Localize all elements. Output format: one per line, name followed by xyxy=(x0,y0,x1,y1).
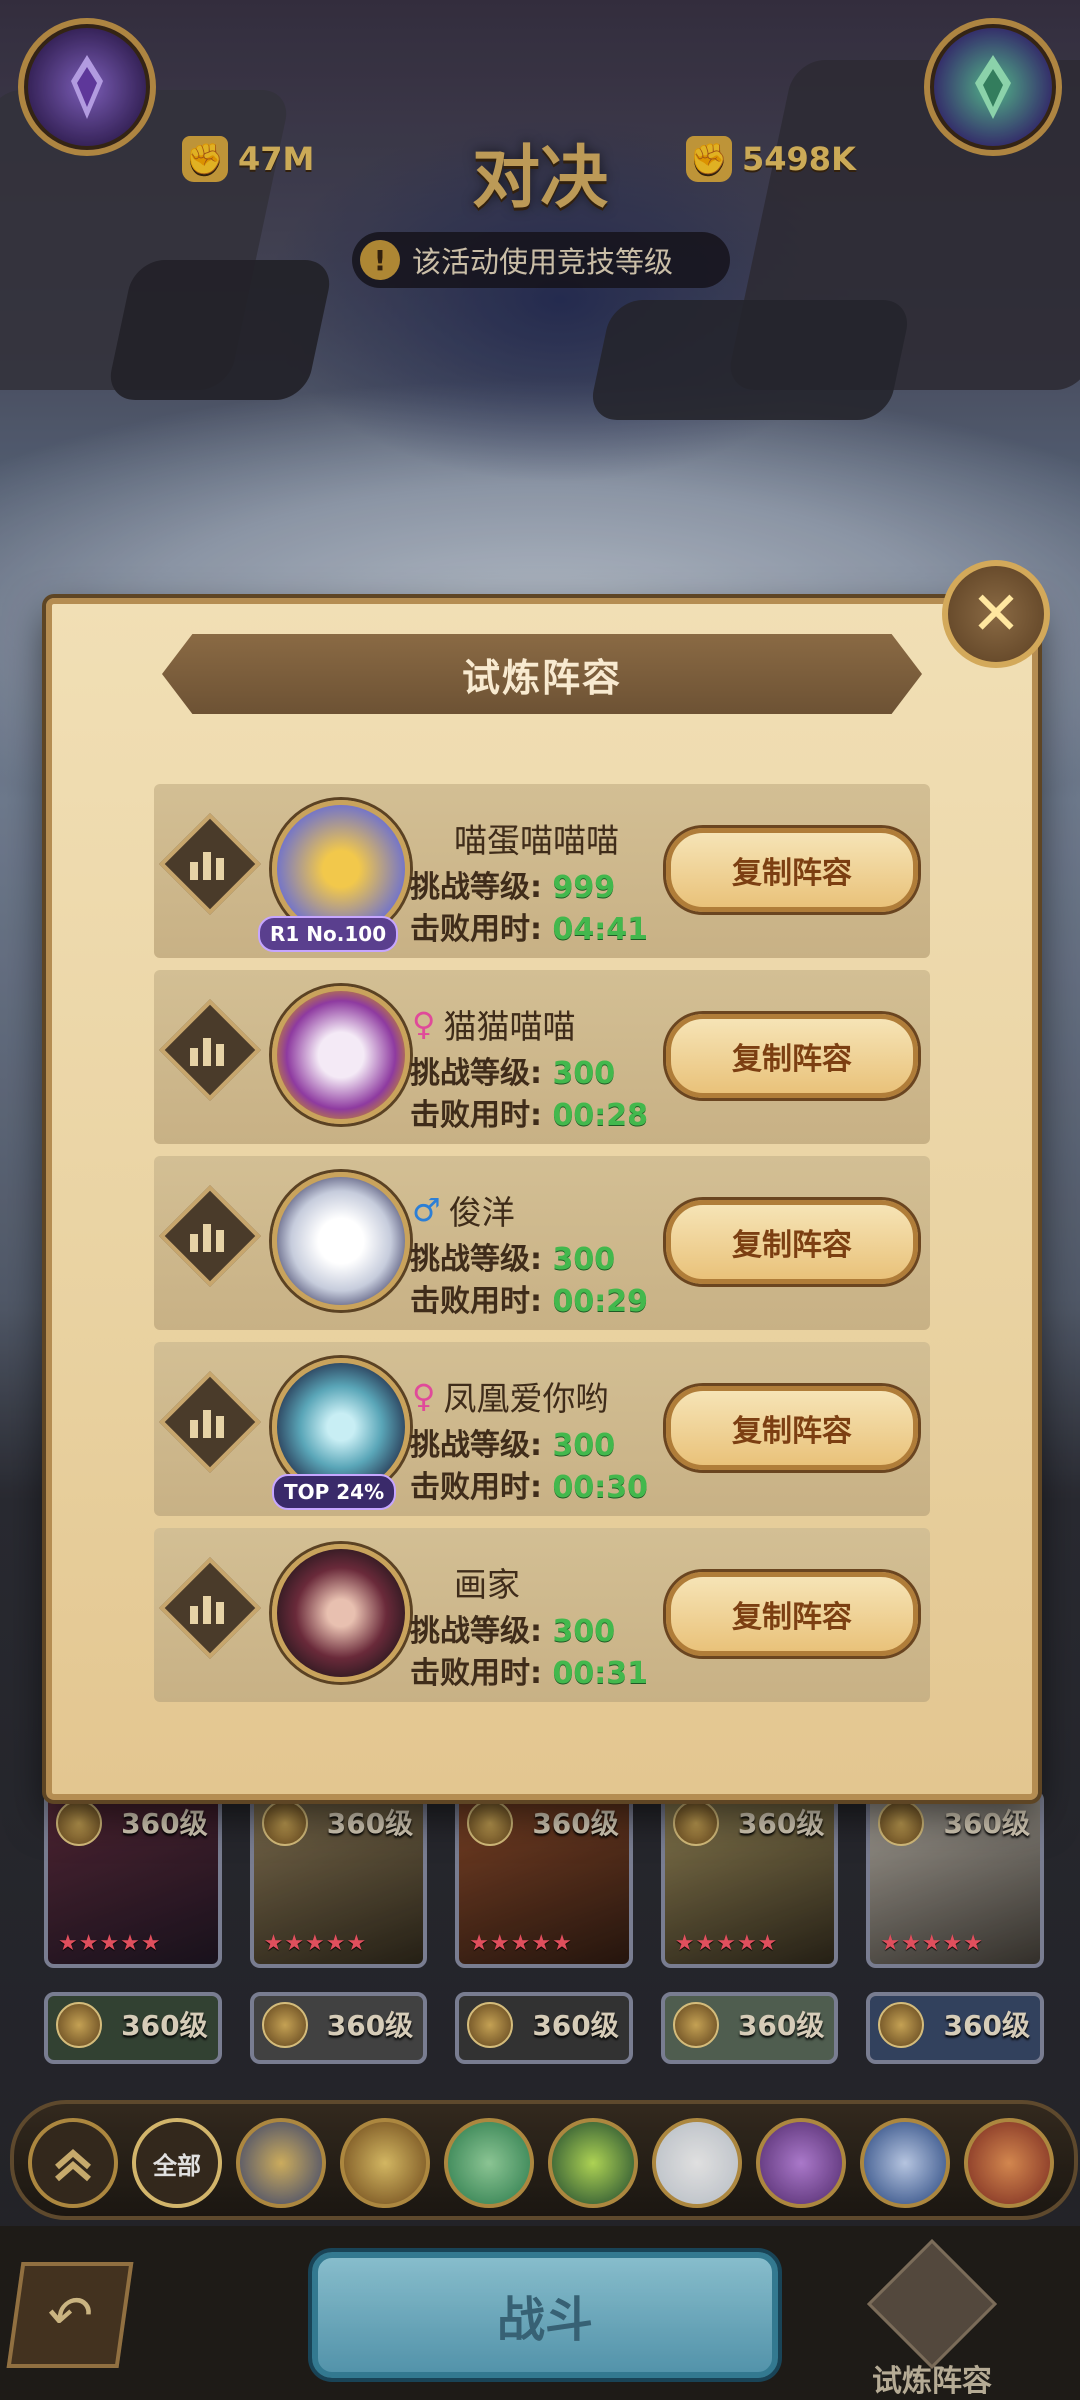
copy-lineup-button[interactable]: 复制阵容 xyxy=(666,1200,918,1284)
player-avatar[interactable] xyxy=(272,1544,410,1682)
defeat-time-label: 击败用时: xyxy=(410,1656,542,1691)
bar-chart-icon xyxy=(190,1404,224,1438)
copy-lineup-button[interactable]: 复制阵容 xyxy=(666,1386,918,1470)
challenge-level-label: 挑战等级: xyxy=(410,870,542,905)
challenge-level-label: 挑战等级: xyxy=(410,1242,542,1277)
rank-badge: R1 No.100 xyxy=(258,916,399,952)
player-name-line: ♀ 猫猫喵喵 xyxy=(412,1000,575,1048)
challenge-level-line: 挑战等级: 300 xyxy=(410,1606,615,1650)
copy-lineup-button[interactable]: 复制阵容 xyxy=(666,1572,918,1656)
challenge-level-label: 挑战等级: xyxy=(410,1614,542,1649)
copy-lineup-button[interactable]: 复制阵容 xyxy=(666,1014,918,1098)
challenge-level-value: 300 xyxy=(552,1614,616,1649)
bar-chart-icon xyxy=(190,846,224,880)
top-percent-badge: TOP 24% xyxy=(272,1474,397,1510)
challenge-level-label: 挑战等级: xyxy=(410,1056,542,1091)
player-name-line: ♀ 凤凰爱你哟 xyxy=(412,1372,608,1420)
challenge-level-line: 挑战等级: 300 xyxy=(410,1048,615,1092)
challenge-level-line: 挑战等级: 999 xyxy=(410,862,615,906)
player-name: 猫猫喵喵 xyxy=(443,1007,576,1046)
defeat-time-value: 00:29 xyxy=(552,1284,648,1319)
defeat-time-value: 00:28 xyxy=(552,1098,648,1133)
lineup-entry: ♂ 俊洋 挑战等级: 300 击败用时: 00:29 复制阵容 xyxy=(154,1156,930,1330)
lineup-entry: TOP 24% ♀ 凤凰爱你哟 挑战等级: 300 击败用时: 00:30 复制… xyxy=(154,1342,930,1516)
bar-chart-icon xyxy=(190,1590,224,1624)
defeat-time-label: 击败用时: xyxy=(410,912,542,947)
close-icon[interactable]: ✕ xyxy=(942,560,1050,668)
player-name: 俊洋 xyxy=(448,1193,515,1232)
defeat-time-value: 00:30 xyxy=(552,1470,648,1505)
trial-lineup-modal: 试炼阵容 R1 No.100 喵蛋喵喵喵 挑战等级: 999 击败用时: 04:… xyxy=(46,598,1038,1800)
bar-chart-icon xyxy=(190,1218,224,1252)
defeat-time-value: 00:31 xyxy=(552,1656,648,1691)
defeat-time-line: 击败用时: 00:29 xyxy=(410,1276,648,1320)
player-avatar[interactable] xyxy=(272,1172,410,1310)
modal-title-bar: 试炼阵容 xyxy=(162,634,922,714)
female-icon: ♀ xyxy=(412,1377,436,1415)
challenge-level-value: 300 xyxy=(552,1242,616,1277)
defeat-time-line: 击败用时: 00:30 xyxy=(410,1462,648,1506)
player-name-line: ♂ 俊洋 xyxy=(412,1186,515,1234)
challenge-level-line: 挑战等级: 300 xyxy=(410,1234,615,1278)
defeat-time-label: 击败用时: xyxy=(410,1098,542,1133)
lineup-entry: R1 No.100 喵蛋喵喵喵 挑战等级: 999 击败用时: 04:41 复制… xyxy=(154,784,930,958)
player-avatar[interactable] xyxy=(272,986,410,1124)
defeat-time-value: 04:41 xyxy=(552,912,648,947)
defeat-time-label: 击败用时: xyxy=(410,1470,542,1505)
lineup-entry: ♀ 猫猫喵喵 挑战等级: 300 击败用时: 00:28 复制阵容 xyxy=(154,970,930,1144)
defeat-time-line: 击败用时: 00:31 xyxy=(410,1648,648,1692)
challenge-level-value: 999 xyxy=(552,870,616,905)
bar-chart-icon xyxy=(190,1032,224,1066)
copy-lineup-button[interactable]: 复制阵容 xyxy=(666,828,918,912)
player-name-line: 画家 xyxy=(454,1558,520,1606)
challenge-level-line: 挑战等级: 300 xyxy=(410,1420,615,1464)
player-name: 喵蛋喵喵喵 xyxy=(454,821,619,860)
male-icon: ♂ xyxy=(412,1191,441,1229)
challenge-level-value: 300 xyxy=(552,1428,616,1463)
female-icon: ♀ xyxy=(412,1005,436,1043)
lineup-entry: 画家 挑战等级: 300 击败用时: 00:31 复制阵容 xyxy=(154,1528,930,1702)
challenge-level-value: 300 xyxy=(552,1056,616,1091)
player-name: 凤凰爱你哟 xyxy=(443,1379,609,1418)
modal-title: 试炼阵容 xyxy=(461,655,622,700)
player-name-line: 喵蛋喵喵喵 xyxy=(454,814,619,862)
defeat-time-label: 击败用时: xyxy=(410,1284,542,1319)
defeat-time-line: 击败用时: 00:28 xyxy=(410,1090,648,1134)
defeat-time-line: 击败用时: 04:41 xyxy=(410,904,648,948)
player-name: 画家 xyxy=(454,1565,520,1604)
challenge-level-label: 挑战等级: xyxy=(410,1428,542,1463)
